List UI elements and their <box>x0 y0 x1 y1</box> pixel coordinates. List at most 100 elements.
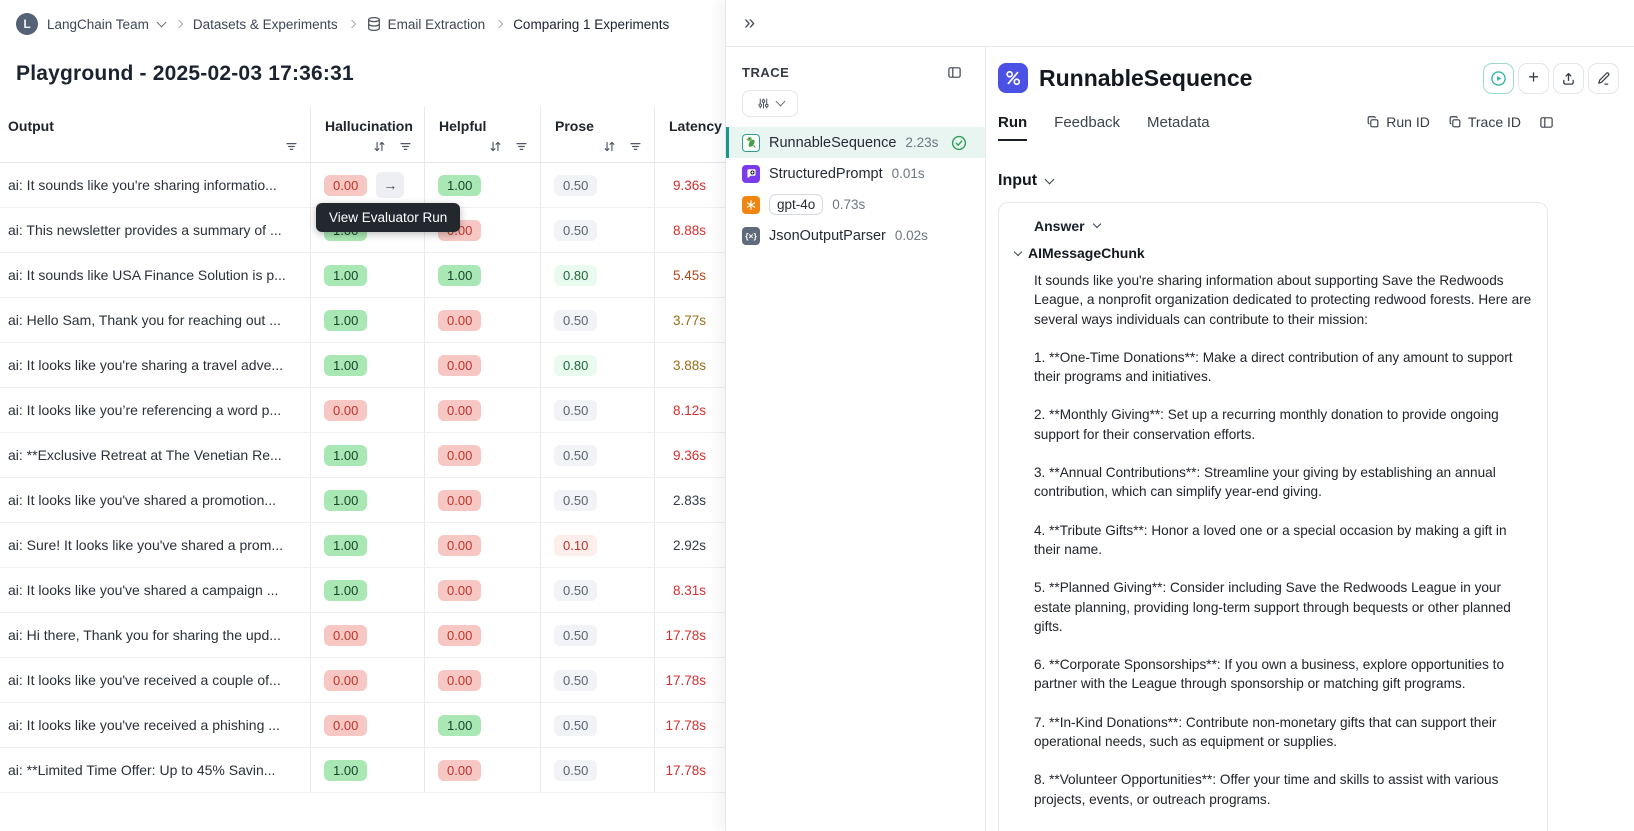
chevron-down-icon <box>1092 219 1101 229</box>
table-row[interactable]: ai: **Exclusive Retreat at The Venetian … <box>0 433 790 478</box>
copy-run-id-button[interactable]: Run ID <box>1366 114 1430 130</box>
sliders-icon <box>757 97 770 110</box>
table-row[interactable]: ai: It looks like you've received a coup… <box>0 658 790 703</box>
table-row[interactable]: ai: **Limited Time Offer: Up to 45% Savi… <box>0 748 790 793</box>
view-evaluator-run-button[interactable]: → <box>376 172 405 198</box>
prose-cell: 0.50 <box>540 208 654 252</box>
copy-trace-id-button[interactable]: Trace ID <box>1448 114 1521 130</box>
tab-feedback[interactable]: Feedback <box>1054 114 1120 139</box>
table-row[interactable]: ai: It sounds like you're sharing inform… <box>0 163 790 208</box>
table-row[interactable]: ai: It looks like you’re referencing a w… <box>0 388 790 433</box>
output-cell: ai: It looks like you've shared a promot… <box>8 492 277 508</box>
table-row[interactable]: ai: Sure! It looks like you've shared a … <box>0 523 790 568</box>
prose-cell: 0.50 <box>540 568 654 612</box>
tab-run[interactable]: Run <box>998 114 1028 141</box>
trace-item-jsonoutputparser[interactable]: {×} JsonOutputParser 0.02s <box>726 220 985 251</box>
helpful-cell: 0.00 <box>424 433 540 477</box>
latency-value: 17.78s <box>665 672 706 688</box>
trace-filter-button[interactable] <box>742 90 798 117</box>
trace-view-toggle-icon[interactable] <box>947 65 962 80</box>
play-run-button[interactable] <box>1483 63 1514 94</box>
database-icon <box>366 16 382 32</box>
column-header-helpful[interactable]: Helpful <box>424 106 540 162</box>
hallucination-cell: 1.00 <box>310 568 424 612</box>
filter-icon[interactable] <box>285 140 298 153</box>
breadcrumb-datasets[interactable]: Datasets & Experiments <box>193 17 338 32</box>
helpful-score-badge: 0.00 <box>438 444 482 466</box>
message-paragraph: 8. **Volunteer Opportunities**: Offer yo… <box>1034 772 1499 807</box>
column-label: Hallucination <box>325 118 413 134</box>
column-header-hallucination[interactable]: Hallucination <box>310 106 424 162</box>
helpful-cell: 0.00 <box>424 748 540 792</box>
tab-metadata[interactable]: Metadata <box>1147 114 1210 139</box>
helpful-cell: 1.00 <box>424 703 540 747</box>
trace-item-runnablesequence[interactable]: RunnableSequence 2.23s <box>726 127 985 158</box>
table-row[interactable]: ai: It looks like you've shared a campai… <box>0 568 790 613</box>
trace-item-gpt-4o[interactable]: gpt-4o 0.73s <box>726 189 985 220</box>
column-controls <box>373 140 412 153</box>
table-row[interactable]: ai: It looks like you've received a phis… <box>0 703 790 748</box>
sort-icon[interactable] <box>373 140 386 153</box>
table-body: ai: It sounds like you're sharing inform… <box>0 163 790 793</box>
column-label: Latency <box>669 118 722 134</box>
message-paragraph: 5. **Planned Giving**: Consider includin… <box>1034 580 1511 634</box>
helpful-cell: 0.00 <box>424 343 540 387</box>
message-paragraph: 4. **Tribute Gifts**: Honor a loved one … <box>1034 522 1507 557</box>
detail-panel-toggle-icon[interactable] <box>1539 115 1554 130</box>
sort-icon[interactable] <box>489 140 502 153</box>
breadcrumb-dataset[interactable]: Email Extraction <box>388 17 486 32</box>
trace-item-structuredprompt[interactable]: StructuredPrompt 0.01s <box>726 158 985 189</box>
ai-message-chunk-toggle[interactable]: AIMessageChunk <box>1013 245 1531 261</box>
add-button[interactable]: + <box>1518 63 1549 94</box>
team-avatar[interactable]: L <box>16 13 38 35</box>
output-cell: ai: Sure! It looks like you've shared a … <box>8 537 284 553</box>
trace-overlay-panel: » TRACE RunnableSequence 2.23s StructuredP… <box>725 0 1634 831</box>
breadcrumb-team[interactable]: LangChain Team <box>47 17 149 32</box>
sort-icon[interactable] <box>603 140 616 153</box>
output-cell: ai: It sounds like USA Finance Solution … <box>8 267 286 283</box>
overlay-topbar: » <box>726 0 1634 47</box>
hallucination-cell: 1.00 <box>310 298 424 342</box>
column-label: Prose <box>555 118 594 134</box>
helpful-score-badge: 1.00 <box>438 264 482 286</box>
collapse-panel-icon[interactable]: » <box>744 13 755 33</box>
output-cell: ai: Hi there, Thank you for sharing the … <box>8 627 281 643</box>
run-actions: + <box>1483 63 1619 94</box>
trace-item-duration: 2.23s <box>905 135 939 150</box>
table-row[interactable]: ai: It looks like you're sharing a trave… <box>0 343 790 388</box>
filter-icon[interactable] <box>399 140 412 153</box>
chevron-down-icon[interactable] <box>156 17 167 27</box>
edit-pencil-button[interactable] <box>1588 63 1619 94</box>
latency-value: 5.45s <box>672 267 706 283</box>
helpful-cell: 0.00 <box>424 613 540 657</box>
hallucination-score-badge: 1.00 <box>324 354 368 376</box>
message-paragraph: 6. **Corporate Sponsorships**: If you ow… <box>1034 657 1505 692</box>
filter-icon[interactable] <box>629 140 642 153</box>
table-row[interactable]: ai: Hi there, Thank you for sharing the … <box>0 613 790 658</box>
message-content: It sounds like you're sharing informatio… <box>1034 271 1536 809</box>
hallucination-score-badge: 0.00 <box>324 624 368 646</box>
prose-score-badge: 0.50 <box>554 669 598 691</box>
hallucination-score-badge: 0.00 <box>324 669 368 691</box>
input-section-header[interactable]: Input <box>998 172 1634 190</box>
latency-value: 9.36s <box>672 177 706 193</box>
filter-icon[interactable] <box>515 140 528 153</box>
prose-score-badge: 0.50 <box>554 624 598 646</box>
output-cell: ai: It looks like you're sharing a trave… <box>8 357 284 373</box>
prose-score-badge: 0.50 <box>554 219 598 241</box>
hallucination-score-badge: 0.00 <box>324 399 368 421</box>
column-controls <box>603 140 642 153</box>
table-row[interactable]: ai: It sounds like USA Finance Solution … <box>0 253 790 298</box>
answer-toggle[interactable]: Answer <box>1034 218 1531 234</box>
prose-score-badge: 0.50 <box>554 309 598 331</box>
column-header-output[interactable]: Output <box>0 106 310 162</box>
latency-value: 2.83s <box>672 492 706 508</box>
prose-cell: 0.50 <box>540 613 654 657</box>
prose-cell: 0.50 <box>540 298 654 342</box>
table-row[interactable]: ai: It looks like you've shared a promot… <box>0 478 790 523</box>
column-header-prose[interactable]: Prose <box>540 106 654 162</box>
prose-cell: 0.80 <box>540 343 654 387</box>
share-upload-button[interactable] <box>1553 63 1584 94</box>
table-row[interactable]: ai: Hello Sam, Thank you for reaching ou… <box>0 298 790 343</box>
message-paragraph: 1. **One-Time Donations**: Make a direct… <box>1034 349 1513 385</box>
